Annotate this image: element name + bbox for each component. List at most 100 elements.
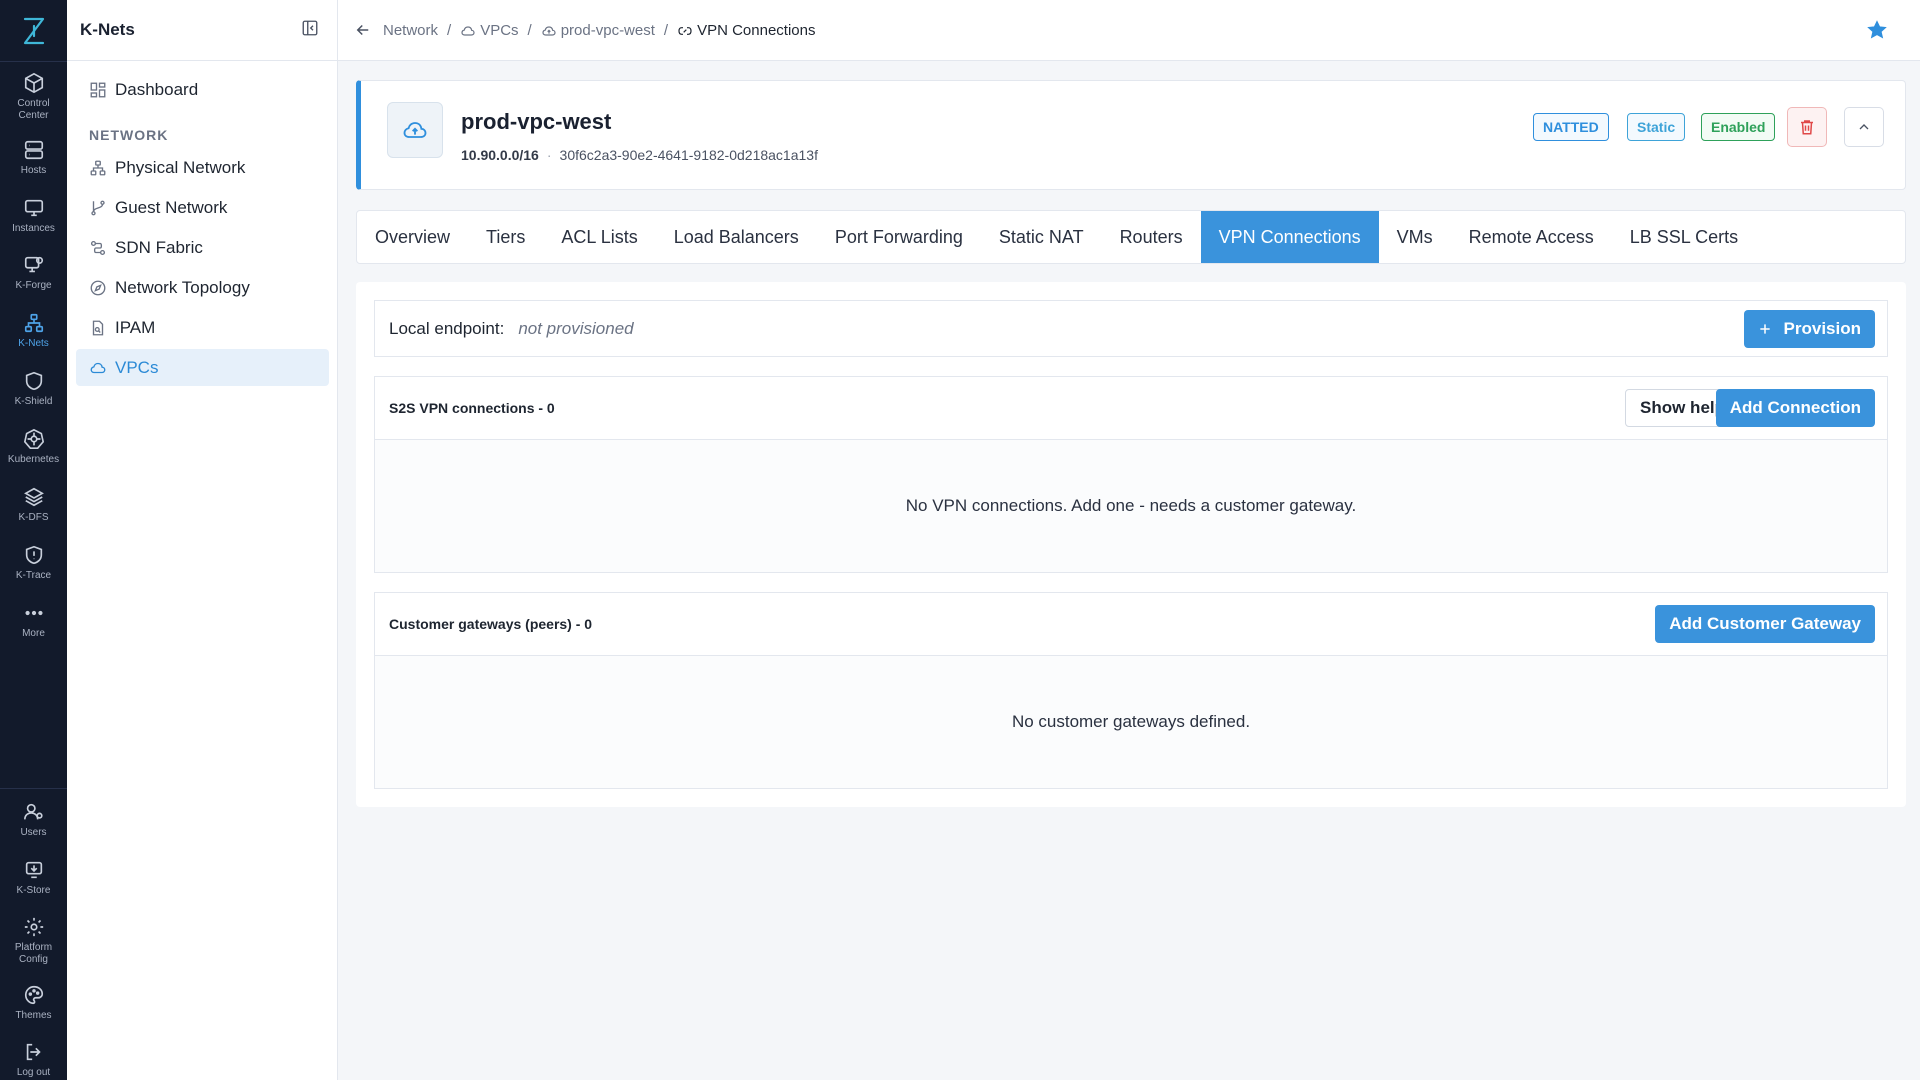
enabled-badge: Enabled bbox=[1701, 113, 1776, 141]
s2s-header: S2S VPN connections - 0 Show help Add Co… bbox=[375, 377, 1887, 440]
layers-icon bbox=[23, 487, 44, 507]
tab-vpn-connections[interactable]: VPN Connections bbox=[1200, 211, 1379, 263]
tab-load-balancers[interactable]: Load Balancers bbox=[656, 211, 817, 263]
cube-icon bbox=[24, 72, 43, 94]
rail-item-kubernetes[interactable]: Kubernetes bbox=[0, 428, 67, 466]
cgw-title: Customer gateways (peers) - 0 bbox=[389, 616, 593, 632]
sidebar-item-physical-network[interactable]: Physical Network bbox=[76, 149, 329, 186]
network-icon bbox=[24, 313, 43, 333]
rail-item-control-center[interactable]: Control Center bbox=[0, 72, 67, 122]
chevron-up-icon bbox=[1859, 124, 1869, 130]
sidebar-item-dashboard[interactable]: Dashboard bbox=[76, 71, 329, 108]
sidebar-item-vpcs[interactable]: VPCs bbox=[76, 349, 329, 386]
sidebar-title: K-Nets bbox=[80, 20, 135, 39]
rail-item-k-dfs[interactable]: K-DFS bbox=[0, 486, 67, 524]
rail-item-k-nets[interactable]: K-Nets bbox=[0, 312, 67, 350]
rail-item-label: K-Nets bbox=[18, 338, 49, 349]
rail-item-k-trace[interactable]: K-Trace bbox=[0, 544, 67, 582]
sidebar-item-guest-network[interactable]: Guest Network bbox=[76, 189, 329, 226]
vpc-meta: 10.90.0.0/16 · 30f6c2a3-90e2-4641-9182-0… bbox=[461, 147, 818, 163]
sidebar-item-ipam[interactable]: IPAM bbox=[76, 309, 329, 346]
cloud-upload-icon bbox=[542, 25, 556, 36]
back-button[interactable] bbox=[354, 21, 372, 44]
monitor-icon bbox=[24, 199, 43, 217]
rail-item-label: More bbox=[22, 628, 45, 639]
gear-icon bbox=[24, 917, 43, 937]
rail-item-k-store[interactable]: K-Store bbox=[0, 859, 67, 897]
plus-icon bbox=[1759, 324, 1770, 334]
add-customer-gateway-button[interactable]: Add Customer Gateway bbox=[1655, 605, 1875, 643]
provision-label: Provision bbox=[1783, 319, 1861, 338]
sidebar-item-label: Dashboard bbox=[115, 79, 199, 99]
rail-item-label: Platform Config bbox=[14, 942, 53, 965]
breadcrumb-vpcs[interactable]: VPCs bbox=[460, 22, 519, 39]
local-endpoint-row: Local endpoint: not provisioned Provisio… bbox=[374, 300, 1888, 357]
vpn-panel: Local endpoint: not provisioned Provisio… bbox=[356, 282, 1906, 807]
app-rail: Control Center Hosts Instances K-Forge K… bbox=[0, 0, 67, 1080]
rail-item-label: K-Forge bbox=[15, 280, 52, 291]
cloud-icon bbox=[90, 362, 106, 373]
tab-acl-lists[interactable]: ACL Lists bbox=[543, 211, 655, 263]
arrow-left-icon bbox=[356, 24, 369, 36]
rail-item-k-forge[interactable]: K-Forge bbox=[0, 254, 67, 292]
collapse-header-button[interactable] bbox=[1844, 107, 1884, 147]
rail-item-label: K-Shield bbox=[14, 396, 53, 407]
tab-tiers[interactable]: Tiers bbox=[468, 211, 543, 263]
tab-vms[interactable]: VMs bbox=[1379, 211, 1451, 263]
rail-item-more[interactable]: More bbox=[0, 602, 67, 640]
logout-icon bbox=[26, 1043, 41, 1061]
s2s-empty-state: No VPN connections. Add one - needs a cu… bbox=[375, 440, 1887, 572]
palette-icon bbox=[24, 985, 43, 1005]
tab-port-forwarding[interactable]: Port Forwarding bbox=[817, 211, 981, 263]
tab-overview[interactable]: Overview bbox=[357, 211, 468, 263]
cgw-header: Customer gateways (peers) - 0 Add Custom… bbox=[375, 593, 1887, 656]
provision-button[interactable]: Provision bbox=[1743, 310, 1875, 348]
breadcrumb-network[interactable]: Network bbox=[383, 22, 438, 39]
sidebar-item-label: VPCs bbox=[115, 357, 159, 377]
sidebar-item-label: SDN Fabric bbox=[115, 237, 203, 257]
add-connection-button[interactable]: Add Connection bbox=[1715, 389, 1875, 427]
users-icon bbox=[23, 803, 43, 820]
breadcrumb-label: prod-vpc-west bbox=[560, 22, 655, 39]
vpc-name: prod-vpc-west bbox=[461, 109, 612, 134]
rail-item-hosts[interactable]: Hosts bbox=[0, 139, 67, 177]
rail-item-users[interactable]: Users bbox=[0, 801, 67, 839]
delete-vpc-button[interactable] bbox=[1787, 107, 1827, 147]
breadcrumb-separator: / bbox=[527, 22, 532, 39]
customer-gateways-section: Customer gateways (peers) - 0 Add Custom… bbox=[374, 592, 1888, 789]
file-search-icon bbox=[92, 320, 104, 335]
sidebar-item-network-topology[interactable]: Network Topology bbox=[76, 269, 329, 306]
favorite-button[interactable] bbox=[1866, 19, 1888, 46]
sidebar-collapse-button[interactable] bbox=[301, 19, 319, 42]
cloud-upload-icon bbox=[403, 122, 427, 138]
tab-routers[interactable]: Routers bbox=[1102, 211, 1201, 263]
trace-icon bbox=[25, 545, 42, 565]
server-icon bbox=[24, 140, 43, 160]
tab-lb-ssl-certs[interactable]: LB SSL Certs bbox=[1612, 211, 1756, 263]
rail-divider-bottom bbox=[0, 788, 67, 789]
vpc-id: 30f6c2a3-90e2-4641-9182-0d218ac1a13f bbox=[559, 147, 818, 163]
star-icon bbox=[1867, 20, 1887, 39]
rail-item-label: Users bbox=[20, 827, 47, 838]
tab-static-nat[interactable]: Static NAT bbox=[981, 211, 1102, 263]
rail-item-themes[interactable]: Themes bbox=[0, 984, 67, 1022]
vpc-cidr: 10.90.0.0/16 bbox=[461, 147, 539, 163]
rail-item-k-shield[interactable]: K-Shield bbox=[0, 370, 67, 408]
rail-item-platform-config[interactable]: Platform Config bbox=[0, 916, 67, 966]
app-logo[interactable] bbox=[0, 14, 67, 48]
rail-item-logout[interactable]: Log out bbox=[0, 1041, 67, 1079]
meta-separator: · bbox=[546, 147, 552, 163]
git-branch-icon bbox=[91, 200, 105, 215]
rail-item-label: K-DFS bbox=[18, 512, 49, 523]
helm-icon bbox=[23, 428, 44, 449]
breadcrumb-vpc[interactable]: prod-vpc-west bbox=[541, 22, 655, 39]
rail-item-label: K-Store bbox=[16, 885, 51, 896]
rail-item-instances[interactable]: Instances bbox=[0, 197, 67, 235]
tab-remote-access[interactable]: Remote Access bbox=[1451, 211, 1612, 263]
more-icon bbox=[24, 610, 43, 616]
cgw-empty-state: No customer gateways defined. bbox=[375, 656, 1887, 788]
rail-divider bbox=[0, 61, 67, 62]
sidebar-item-sdn-fabric[interactable]: SDN Fabric bbox=[76, 229, 329, 266]
endpoint-label: Local endpoint: bbox=[389, 318, 505, 338]
vpc-avatar bbox=[387, 102, 443, 158]
